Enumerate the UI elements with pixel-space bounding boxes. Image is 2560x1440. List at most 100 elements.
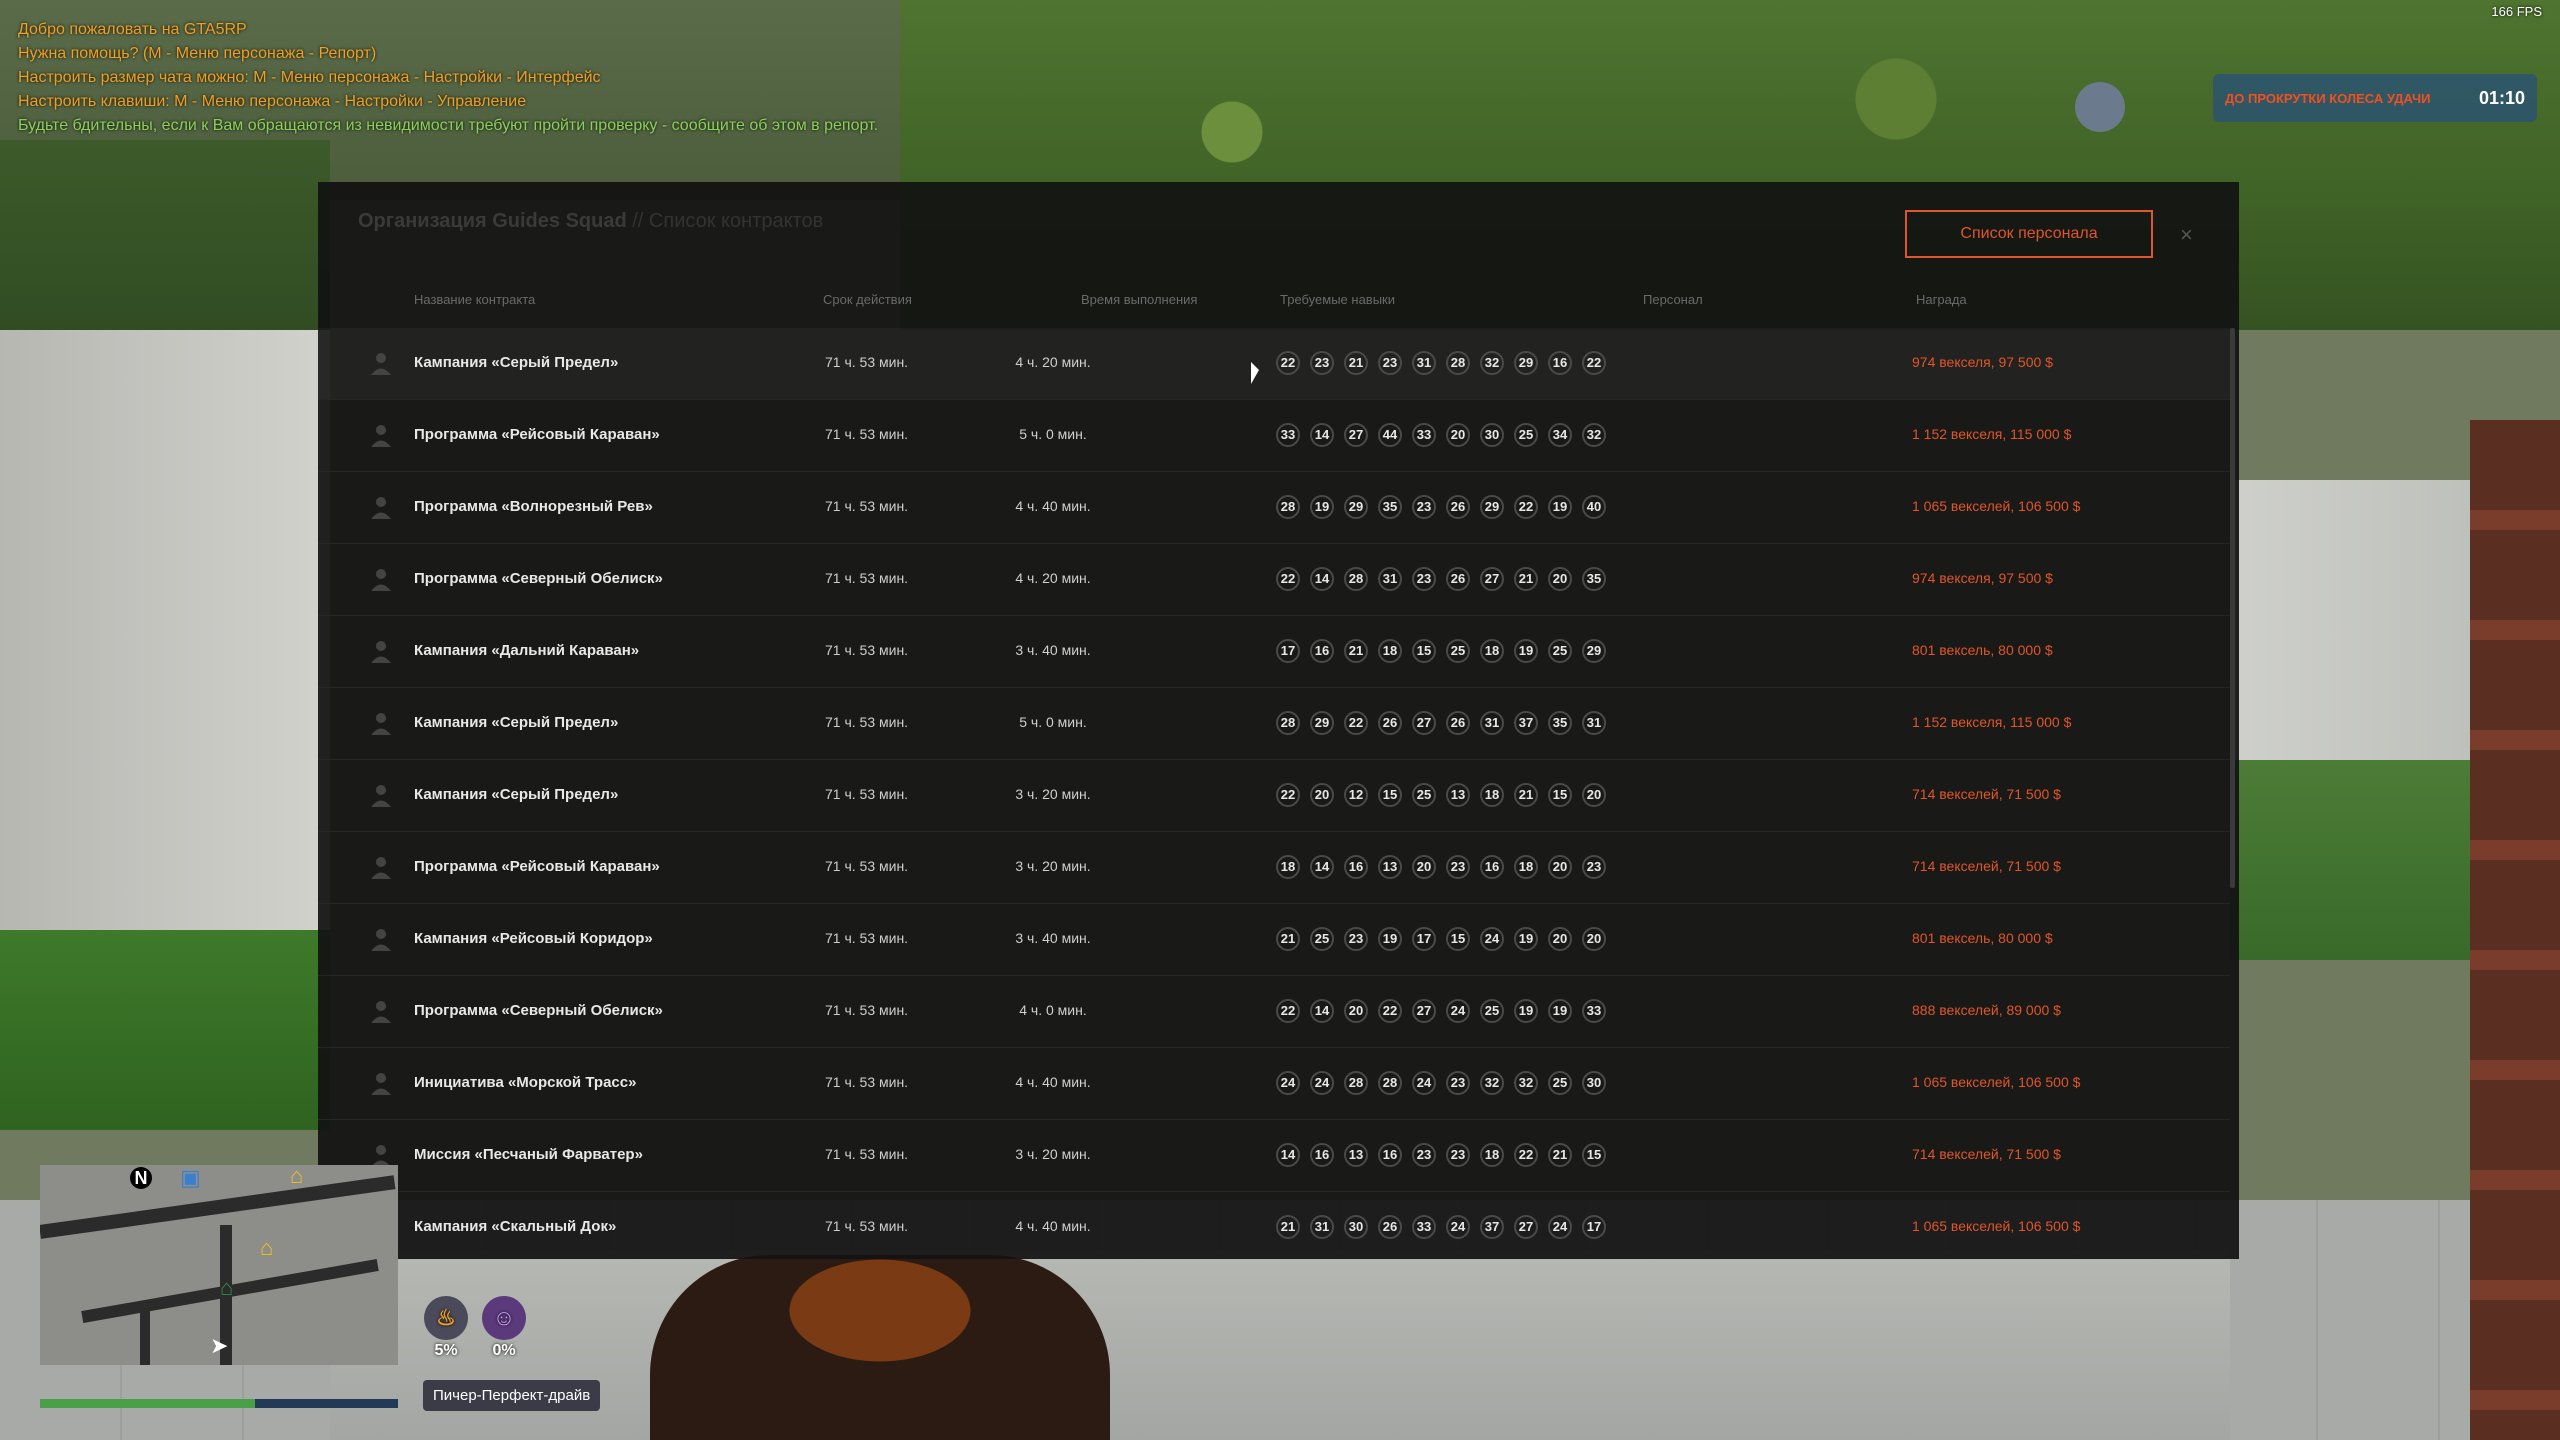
skill-badge: 31 [1409,348,1439,378]
contract-row[interactable]: Миссия «Песчаный Фарватер» 71 ч. 53 мин. 3… [318,1120,2230,1192]
contract-duration: 4 ч. 40 мин. [1015,498,1091,514]
skill-level: 27 [1348,427,1364,442]
skill-badge: 26 [1375,1212,1405,1242]
skill-level: 21 [1280,1219,1296,1234]
skill-level: 22 [1586,355,1602,370]
skill-level: 37 [1518,715,1534,730]
skill-level: 14 [1314,571,1330,586]
skill-level: 23 [1382,355,1398,370]
skill-badge: 14 [1307,564,1337,594]
contract-name: Программа «Рейсовый Караван» [414,858,660,875]
skill-level: 32 [1518,1075,1534,1090]
required-skills: 33 14 27 44 33 20 30 25 34 32 [1273,420,1609,450]
skill-badge: 16 [1341,852,1371,882]
skill-level: 19 [1518,643,1534,658]
skill-level: 22 [1518,499,1534,514]
skill-level: 23 [1416,571,1432,586]
north-icon: N [130,1167,152,1189]
health-fill [40,1399,255,1408]
skill-badge: 25 [1545,636,1575,666]
contract-row[interactable]: Программа «Рейсовый Караван» 71 ч. 53 мин… [318,400,2230,472]
skill-level: 35 [1382,499,1398,514]
skill-level: 19 [1382,931,1398,946]
skill-badge: 44 [1375,420,1405,450]
skill-level: 18 [1484,787,1500,802]
contract-row[interactable]: Кампания «Серый Предел» 71 ч. 53 мин. 4 ч.… [318,328,2230,400]
skill-badge: 21 [1273,924,1303,954]
skill-level: 15 [1382,787,1398,802]
skill-level: 20 [1450,427,1466,442]
contract-row[interactable]: Программа «Северный Обелиск» 71 ч. 53 мин… [318,976,2230,1048]
contract-row[interactable]: Кампания «Скальный Док» 71 ч. 53 мин. 4 ч.… [318,1192,2230,1259]
skill-level: 16 [1484,859,1500,874]
skill-badge: 16 [1307,1140,1337,1170]
scrollbar[interactable] [2230,328,2235,888]
required-skills: 22 14 20 22 27 24 25 19 19 33 [1273,996,1609,1026]
close-icon[interactable]: × [2180,222,2193,248]
skill-level: 13 [1348,1147,1364,1162]
contract-expiry: 71 ч. 53 мин. [825,426,909,442]
skill-badge: 22 [1511,492,1541,522]
contract-expiry: 71 ч. 53 мин. [825,858,909,874]
required-skills: 28 29 22 26 27 26 31 37 35 31 [1273,708,1609,738]
skill-badge: 22 [1273,780,1303,810]
skill-level: 37 [1484,1219,1500,1234]
skill-badge: 26 [1443,492,1473,522]
skill-badge: 16 [1545,348,1575,378]
skill-badge: 22 [1273,564,1303,594]
contract-row[interactable]: Кампания «Серый Предел» 71 ч. 53 мин. 3 ч.… [318,760,2230,832]
contract-reward: 801 вексель, 80 000 $ [1912,930,2053,946]
contract-person-icon [371,857,391,879]
contract-row[interactable]: Кампания «Серый Предел» 71 ч. 53 мин. 5 ч.… [318,688,2230,760]
skill-badge: 21 [1511,564,1541,594]
fence [2470,420,2560,1440]
house-icon: ⌂ [290,1165,304,1188]
contract-name: Кампания «Серый Предел» [414,786,619,803]
skill-badge: 21 [1341,636,1371,666]
skill-level: 24 [1280,1075,1296,1090]
skill-level: 16 [1552,355,1568,370]
skill-level: 12 [1348,787,1364,802]
skill-level: 14 [1314,859,1330,874]
wall-left [0,330,330,970]
skill-badge: 17 [1579,1212,1609,1242]
chat-line: Настроить размер чата можно: M - Меню пе… [18,69,601,86]
skill-level: 18 [1484,643,1500,658]
skill-badge: 26 [1443,564,1473,594]
contract-name: Программа «Рейсовый Караван» [414,426,660,443]
skill-badge: 18 [1477,1140,1507,1170]
skill-badge: 21 [1341,348,1371,378]
contract-row[interactable]: Программа «Волнорезный Рев» 71 ч. 53 мин.… [318,472,2230,544]
skill-level: 17 [1416,931,1432,946]
contract-duration: 4 ч. 0 мин. [1019,1002,1087,1018]
contract-row[interactable]: Кампания «Дальний Караван» 71 ч. 53 мин. 3… [318,616,2230,688]
contract-row[interactable]: Программа «Рейсовый Караван» 71 ч. 53 мин… [318,832,2230,904]
skill-level: 21 [1552,1147,1568,1162]
skill-badge: 19 [1307,492,1337,522]
contract-name: Кампания «Серый Предел» [414,354,619,371]
skill-level: 27 [1416,1003,1432,1018]
skill-level: 23 [1450,1075,1466,1090]
skill-badge: 22 [1341,708,1371,738]
skill-badge: 32 [1579,420,1609,450]
skill-badge: 24 [1443,1212,1473,1242]
skill-badge: 19 [1511,996,1541,1026]
staff-list-button[interactable]: Список персонала [1905,210,2153,258]
skill-level: 33 [1586,1003,1602,1018]
skill-level: 28 [1450,355,1466,370]
contract-row[interactable]: Кампания «Рейсовый Коридор» 71 ч. 53 мин.… [318,904,2230,976]
skill-level: 16 [1348,859,1364,874]
contract-row[interactable]: Программа «Северный Обелиск» 71 ч. 53 мин… [318,544,2230,616]
contract-reward: 1 065 векселей, 106 500 $ [1912,1218,2081,1234]
garage-icon: ▣ [180,1165,201,1190]
chat-line: Будьте бдительны, если к Вам обращаются … [18,117,879,134]
skill-badge: 22 [1579,348,1609,378]
skill-badge: 34 [1545,420,1575,450]
skill-badge: 23 [1341,924,1371,954]
contract-duration: 4 ч. 40 мин. [1015,1218,1091,1234]
skill-badge: 26 [1375,708,1405,738]
skill-level: 29 [1314,715,1330,730]
contract-row[interactable]: Инициатива «Морской Трасс» 71 ч. 53 мин. 4… [318,1048,2230,1120]
skill-level: 22 [1382,1003,1398,1018]
vehicle-name: Пичер-Перфект-драйв [423,1380,601,1411]
